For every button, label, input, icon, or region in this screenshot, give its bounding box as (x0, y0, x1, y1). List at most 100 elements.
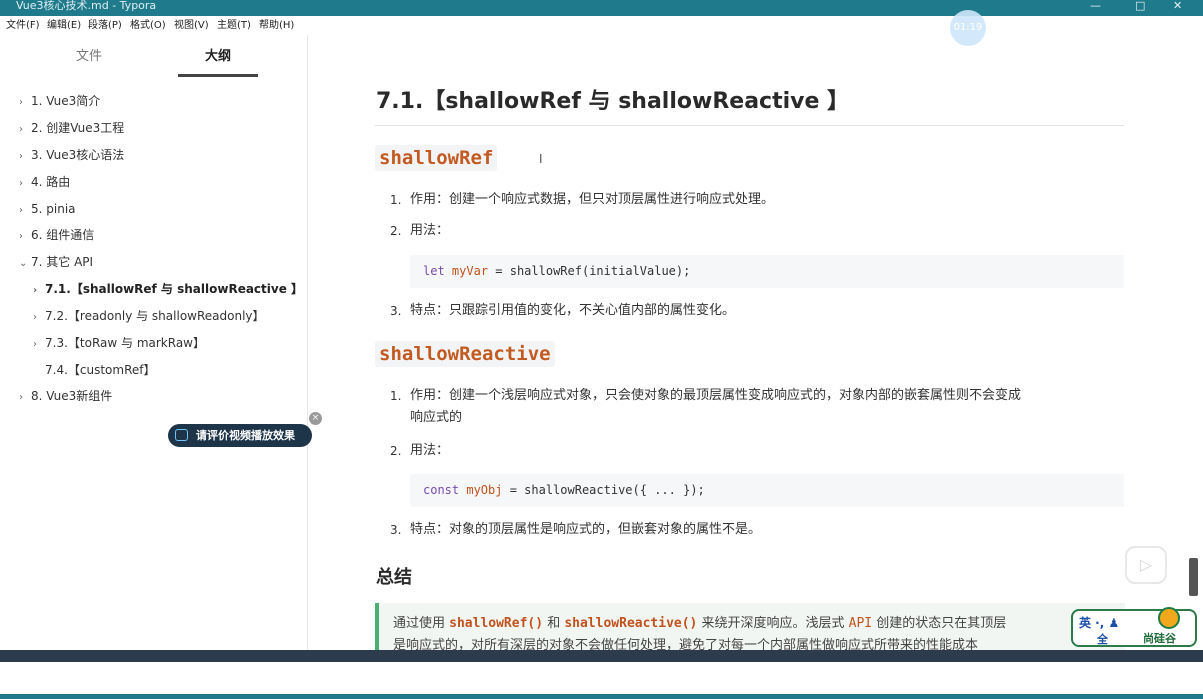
shallowref-heading: shallowRef (375, 145, 498, 171)
sidebar: 文件 大纲 › 1. Vue3简介 › 2. 创建Vue3工程 › 3. Vue3核心… (0, 35, 308, 650)
list-item: 1. 作用：创建一个浅层响应式对象，只会使对象的最顶层属性变成响应式的，对象内部的… (390, 385, 1022, 429)
ime-width[interactable]: 全 (1097, 631, 1108, 647)
editor-content[interactable]: 7.1.【shallowRef 与 shallowReactive 】 shal… (309, 35, 1203, 650)
list-item: 3. 特点：对象的顶层属性是响应式的，但嵌套对象的属性不是。 (390, 519, 762, 541)
shallowreactive-heading: shallowReactive (375, 341, 555, 367)
chevron-right-icon: › (19, 178, 23, 189)
list-item: 3. 特点：只跟踪引用值的变化，不关心值内部的属性变化。 (390, 300, 736, 322)
outline-item-7-2[interactable]: › 7.2.【readonly 与 shallowReadonly】 (33, 307, 265, 325)
rate-video-label: 请评价视频播放效果 (196, 429, 295, 442)
chevron-right-icon: › (33, 312, 37, 323)
list-number: 2. (390, 444, 402, 458)
list-number: 3. (390, 523, 402, 537)
code-keyword: const (423, 483, 460, 497)
outline-label: 7.3.【toRaw 与 markRaw】 (45, 336, 205, 350)
list-number: 1. (390, 193, 402, 207)
outline-item-5[interactable]: › 5. pinia (19, 200, 76, 218)
bottom-strip (0, 694, 1203, 699)
outline-item-4[interactable]: › 4. 路由 (19, 173, 70, 191)
list-text: 作用：创建一个响应式数据，但只对顶层属性进行响应式处理。 (410, 192, 775, 207)
taskbar (0, 650, 1203, 662)
window-title: Vue3核心技术.md - Typora (16, 0, 157, 12)
outline-label: 7. 其它 API (31, 255, 94, 269)
chevron-right-icon: › (19, 124, 23, 135)
outline-item-1[interactable]: › 1. Vue3简介 (19, 92, 100, 110)
list-text: 作用：创建一个浅层响应式对象，只会使对象的最顶层属性变成响应式的，对象内部的嵌套… (410, 388, 1022, 403)
outline-item-6[interactable]: › 6. 组件通信 (19, 226, 94, 244)
outline-item-8[interactable]: › 8. Vue3新组件 (19, 387, 112, 405)
rate-video-button[interactable]: 请评价视频播放效果 (168, 424, 312, 447)
close-button[interactable]: ✕ (1173, 0, 1182, 11)
list-item: 2. 用法： (390, 220, 450, 242)
menu-theme[interactable]: 主题(T) (217, 16, 251, 35)
outline-label: 5. pinia (31, 202, 76, 216)
quote-text: 和 (543, 616, 565, 631)
outline-item-7-1[interactable]: › 7.1.【shallowRef 与 shallowReactive 】 (33, 280, 303, 298)
brand-name: 尚硅谷 (1143, 632, 1176, 645)
menu-file[interactable]: 文件(F) (6, 16, 40, 35)
outline-label: 4. 路由 (31, 175, 71, 189)
summary-blockquote: 通过使用 shallowRef() 和 shallowReactive() 来绕… (375, 603, 1125, 650)
menu-format[interactable]: 格式(O) (130, 16, 166, 35)
menu-paragraph[interactable]: 段落(P) (88, 16, 122, 35)
code-variable: myVar (451, 264, 489, 278)
list-text: 用法： (410, 443, 450, 458)
chevron-down-icon: ⌄ (19, 258, 28, 269)
outline-label: 3. Vue3核心语法 (31, 148, 125, 162)
code-keyword: let (423, 264, 445, 278)
quote-text: 来绕开深度响应。浅层式 (697, 616, 849, 631)
list-text: 用法： (410, 223, 450, 238)
outline-item-7[interactable]: ⌄ 7. 其它 API (19, 253, 93, 271)
play-icon[interactable]: ▷ (1125, 546, 1167, 584)
menu-edit[interactable]: 编辑(E) (47, 16, 81, 35)
chevron-right-icon: › (33, 285, 38, 296)
menu-view[interactable]: 视图(V) (174, 16, 209, 35)
code-text: = shallowRef(initialValue); (488, 264, 691, 278)
inline-code: API (848, 616, 873, 631)
outline-label: 7.1.【shallowRef 与 shallowReactive 】 (45, 282, 304, 296)
list-number: 3. (390, 304, 402, 318)
outline-item-7-4[interactable]: 7.4.【customRef】 (33, 361, 156, 379)
code-block[interactable]: const myObj = shallowReactive({ ... }); (410, 474, 1124, 507)
chevron-right-icon: › (19, 97, 23, 108)
list-text: 特点：只跟踪引用值的变化，不关心值内部的属性变化。 (410, 303, 736, 318)
recording-timer: 01:19 (950, 10, 986, 46)
quote-text: 创建的状态只在其顶层 (872, 616, 1007, 631)
code-block[interactable]: let myVar = shallowRef(initialValue); (410, 255, 1124, 288)
chevron-right-icon: › (33, 339, 37, 350)
inline-code: shallowReactive() (564, 616, 698, 631)
heading-divider (375, 125, 1124, 126)
chevron-right-icon: › (19, 392, 23, 403)
inline-code: shallowRef() (449, 616, 544, 631)
outline-label: 6. 组件通信 (31, 228, 95, 242)
chevron-right-icon: › (19, 231, 23, 242)
ime-toolbar[interactable]: 英 ·, ♟ 全 尚硅谷 (1071, 607, 1197, 647)
outline-label: 7.2.【readonly 与 shallowReadonly】 (45, 309, 265, 323)
code-text: = shallowReactive({ ... }); (502, 483, 705, 497)
list-item: 1. 作用：创建一个响应式数据，但只对顶层属性进行响应式处理。 (390, 189, 775, 211)
quote-text-continued: 是响应式的，对所有深层的对象不会做任何处理，避免了对每一个内部属性做响应式所带来… (393, 638, 979, 650)
list-item: 2. 用法： (390, 440, 450, 462)
section-heading: 7.1.【shallowRef 与 shallowReactive 】 (376, 89, 850, 114)
list-text-continued: 响应式的 (410, 410, 463, 425)
scrollbar-thumb[interactable] (1189, 558, 1198, 596)
summary-heading: 总结 (376, 567, 412, 588)
outline-item-7-3[interactable]: › 7.3.【toRaw 与 markRaw】 (33, 334, 205, 352)
menu-help[interactable]: 帮助(H) (259, 16, 294, 35)
maximize-button[interactable]: □ (1135, 0, 1145, 11)
tv-icon (175, 429, 188, 441)
chevron-right-icon: › (19, 151, 23, 162)
outline-item-2[interactable]: › 2. 创建Vue3工程 (19, 119, 124, 137)
minimize-button[interactable]: — (1090, 0, 1101, 11)
menu-bar: 文件(F) 编辑(E) 段落(P) 格式(O) 视图(V) 主题(T) 帮助(H… (0, 16, 1203, 35)
list-number: 2. (390, 224, 402, 238)
brand-logo-icon (1158, 607, 1180, 629)
outline-label: 1. Vue3简介 (31, 94, 101, 108)
list-text: 特点：对象的顶层属性是响应式的，但嵌套对象的属性不是。 (410, 522, 762, 537)
quote-text: 通过使用 (393, 616, 450, 631)
tab-outline[interactable]: 大纲 (178, 35, 258, 77)
outline-item-3[interactable]: › 3. Vue3核心语法 (19, 146, 124, 164)
tab-files[interactable]: 文件 (49, 35, 129, 77)
outline-label: 8. Vue3新组件 (31, 389, 113, 403)
ime-mode[interactable]: 英 ·, ♟ (1079, 614, 1119, 631)
